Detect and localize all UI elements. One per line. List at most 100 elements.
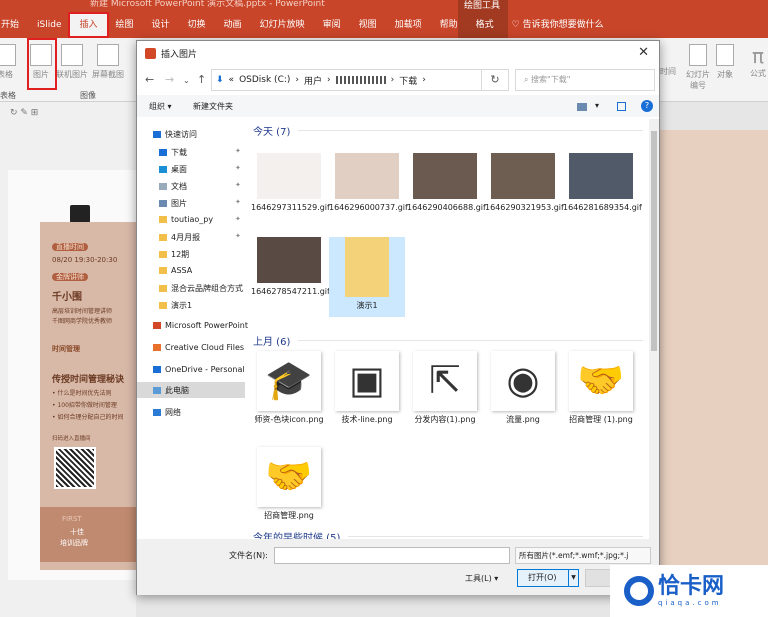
tab-home[interactable]: 开始 bbox=[0, 14, 28, 36]
pin-icon[interactable]: ✦ bbox=[235, 147, 241, 155]
forward-button[interactable]: → bbox=[165, 73, 174, 86]
pin-icon[interactable]: ✦ bbox=[235, 215, 241, 223]
tab-transitions[interactable]: 切换 bbox=[179, 14, 215, 36]
filetype-select[interactable]: 所有图片(*.emf;*.wmf;*.jpg;*.j bbox=[515, 547, 651, 564]
nav-item[interactable]: 文档 bbox=[159, 181, 187, 192]
tab-addins[interactable]: 加载项 bbox=[386, 14, 431, 36]
nav-item[interactable]: toutiao_py bbox=[159, 215, 213, 224]
tab-animations[interactable]: 动画 bbox=[215, 14, 251, 36]
lightbulb-icon: ♡ bbox=[511, 20, 523, 30]
section-today[interactable]: 今天 (7) bbox=[253, 123, 643, 138]
recent-dropdown[interactable]: ⌄ bbox=[183, 76, 190, 85]
new-folder-button[interactable]: 新建文件夹 bbox=[193, 101, 233, 112]
tab-format[interactable]: 格式 bbox=[466, 14, 503, 36]
folder-icon bbox=[159, 149, 167, 156]
tab-review[interactable]: 审阅 bbox=[314, 14, 350, 36]
poster-footer: FIRST 十佳 培训品牌 bbox=[40, 507, 136, 562]
help-icon[interactable]: ? bbox=[641, 100, 653, 112]
poster-bullet: • 100招带你做时间管理 bbox=[52, 402, 117, 409]
file-item[interactable]: 🤝 招商管理 (1).png bbox=[563, 351, 639, 425]
file-item[interactable]: ▣ 技术-line.png bbox=[329, 351, 405, 425]
close-button[interactable]: ✕ bbox=[638, 45, 649, 60]
file-item[interactable]: 1646281689354.gif bbox=[563, 153, 642, 213]
folder-item[interactable]: 演示1 bbox=[329, 237, 405, 317]
nav-item[interactable]: 4月月报 bbox=[159, 232, 200, 243]
tab-view[interactable]: 视图 bbox=[350, 14, 386, 36]
open-dropdown-arrow[interactable]: ▼ bbox=[568, 570, 578, 586]
online-picture-button[interactable]: 联机图片 bbox=[56, 44, 88, 80]
tell-me-search[interactable]: ♡ 告诉我你想要做什么 bbox=[503, 14, 613, 36]
nav-item[interactable]: 此电脑 bbox=[153, 385, 189, 396]
nav-item[interactable]: 混合云品牌组合方式 bbox=[159, 283, 243, 294]
tab-help[interactable]: 帮助 bbox=[431, 14, 467, 36]
nav-item[interactable]: ASSA bbox=[159, 266, 192, 275]
slide-canvas-grid[interactable] bbox=[660, 130, 768, 617]
formula-button[interactable]: π 公式 bbox=[750, 44, 766, 79]
view-icon[interactable] bbox=[577, 103, 587, 111]
pin-icon[interactable]: ✦ bbox=[235, 164, 241, 172]
slide-number-icon bbox=[689, 44, 707, 66]
tab-draw[interactable]: 绘图 bbox=[107, 14, 143, 36]
filename-input[interactable] bbox=[274, 547, 510, 564]
pin-icon[interactable]: ✦ bbox=[235, 198, 241, 206]
nav-item[interactable]: 演示1 bbox=[159, 300, 192, 311]
breadcrumb-segment[interactable]: 用户 bbox=[304, 74, 322, 87]
poster-slide[interactable]: 直播时间 08/20 19:30-20:30 金牌讲师 千小围 高层培训时间管理… bbox=[40, 222, 136, 570]
file-item[interactable]: 🎓 师资-色块icon.png bbox=[251, 351, 327, 425]
file-item[interactable]: 1646290321953.gif bbox=[485, 153, 564, 213]
nav-item[interactable]: 桌面 bbox=[159, 164, 187, 175]
table-button[interactable]: 表格 bbox=[0, 44, 16, 80]
file-item[interactable]: 1646278547211.gif bbox=[251, 237, 330, 297]
section-last-month[interactable]: 上月 (6) bbox=[253, 333, 643, 348]
scrollbar-thumb[interactable] bbox=[651, 131, 657, 351]
nav-item[interactable]: Creative Cloud Files bbox=[153, 343, 244, 352]
file-item[interactable]: ◉ 流量.png bbox=[485, 351, 561, 425]
folder-icon bbox=[153, 131, 161, 138]
thumbnail bbox=[257, 153, 321, 199]
slide-number-button[interactable]: 幻灯片编号 bbox=[684, 44, 712, 91]
preview-pane-icon[interactable] bbox=[617, 102, 626, 111]
image-thumbnail-icon: 🎓 bbox=[257, 351, 321, 411]
tab-insert[interactable]: 插入 bbox=[68, 12, 109, 38]
file-item[interactable]: 1646290406688.gif bbox=[407, 153, 486, 213]
tab-design[interactable]: 设计 bbox=[143, 14, 179, 36]
view-dropdown[interactable]: ▾ bbox=[595, 101, 599, 110]
nav-item[interactable]: 下载 bbox=[159, 147, 187, 158]
time-button[interactable]: 时间 bbox=[660, 66, 676, 77]
back-button[interactable]: ← bbox=[145, 73, 154, 86]
nav-item[interactable]: 快速访问 bbox=[153, 129, 197, 140]
nav-item[interactable]: 12期 bbox=[159, 249, 189, 260]
up-button[interactable]: ↑ bbox=[197, 73, 206, 86]
pin-icon[interactable]: ✦ bbox=[235, 232, 241, 240]
window-title: 新建 Microsoft PowerPoint 演示文稿.pptx - Powe… bbox=[90, 0, 325, 9]
breadcrumb-segment[interactable]: OSDisk (C:) bbox=[239, 75, 290, 85]
poster-subhead: 传授时间管理秘诀 bbox=[52, 375, 125, 385]
live-time-badge: 直播时间 bbox=[52, 243, 88, 251]
refresh-button[interactable]: ↻ bbox=[481, 69, 509, 91]
live-time: 08/20 19:30-20:30 bbox=[52, 256, 118, 264]
file-item[interactable]: 1646296000737.gif bbox=[329, 153, 408, 213]
open-button[interactable]: 打开(O) ▼ bbox=[517, 569, 579, 587]
tab-islide[interactable]: iSlide bbox=[28, 14, 70, 36]
file-item[interactable]: 🤝 招商管理.png bbox=[251, 447, 327, 521]
navigation-pane: 快速访问下载 ✦ 桌面 ✦ 文档 ✦ 图片 ✦ toutiao_py ✦ 4月月报 ✦ 12期 ASSA 混… bbox=[137, 119, 248, 539]
nav-item[interactable]: 网络 bbox=[153, 407, 181, 418]
lecturer-badge: 金牌讲师 bbox=[52, 273, 88, 281]
nav-item[interactable]: OneDrive - Personal bbox=[153, 365, 245, 374]
tab-slideshow[interactable]: 幻灯片放映 bbox=[251, 14, 314, 36]
nav-item[interactable]: 图片 bbox=[159, 198, 187, 209]
file-item[interactable]: 1646297311529.gif bbox=[251, 153, 330, 213]
section-earlier-this-year[interactable]: 今年的早些时候 (5) bbox=[253, 529, 643, 539]
screenshot-button[interactable]: 屏幕截图 bbox=[92, 44, 124, 80]
poster-bullet: • 如何合理分配自己的时间 bbox=[52, 414, 124, 421]
object-button[interactable]: 对象 bbox=[716, 44, 734, 80]
organize-button[interactable]: 组织 ▾ bbox=[149, 101, 172, 112]
tools-button[interactable]: 工具(L) ▾ bbox=[465, 573, 498, 584]
address-bar[interactable]: ⬇ « OSDisk (C:) › 用户 › › 下载 › bbox=[211, 69, 509, 91]
breadcrumb-segment[interactable]: 下载 bbox=[399, 74, 417, 87]
pin-icon[interactable]: ✦ bbox=[235, 181, 241, 189]
file-item[interactable]: ⇱ 分发内容(1).png bbox=[407, 351, 483, 425]
search-input[interactable]: ⌕ 搜索"下载" bbox=[515, 69, 655, 91]
vertical-scrollbar[interactable] bbox=[649, 119, 659, 539]
nav-item[interactable]: Microsoft PowerPoint bbox=[153, 321, 248, 330]
